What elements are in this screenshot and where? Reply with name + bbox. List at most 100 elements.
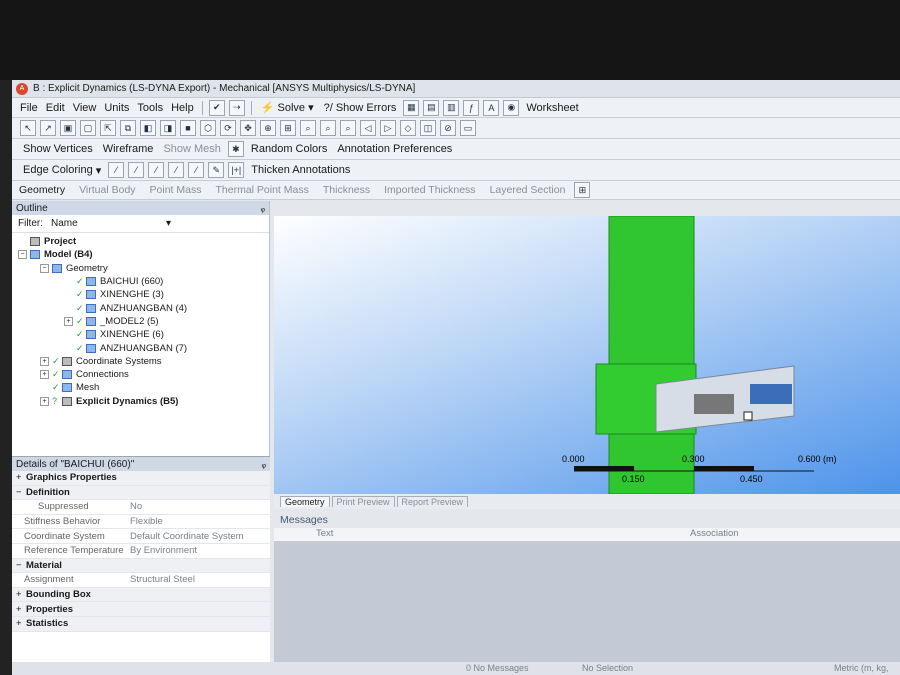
group-bounding-box[interactable]: + Bounding Box (12, 587, 270, 603)
green-body-icon[interactable]: ■ (180, 120, 196, 136)
show-errors-button[interactable]: ?/ Show Errors (319, 100, 402, 116)
group-graphics-properties[interactable]: + Graphics Properties (12, 471, 270, 486)
tab-print-preview[interactable]: Print Preview (331, 496, 395, 507)
window-icon[interactable]: ▭ (460, 120, 476, 136)
edge-style-2-icon[interactable]: ⁄ (128, 162, 145, 178)
thicken-icon[interactable]: |+| (228, 162, 245, 178)
rotate-icon[interactable]: ⟳ (220, 120, 236, 136)
edge-style-5-icon[interactable]: ⁄ (188, 162, 205, 178)
zoom-icon[interactable]: ⊕ (260, 120, 276, 136)
tree-connections[interactable]: + ✓ Connections (18, 368, 269, 381)
ctx-imported-thickness[interactable]: Imported Thickness (377, 184, 482, 196)
edge-style-1-icon[interactable]: ⁄ (108, 162, 125, 178)
status-units[interactable]: Metric (m, kg, (834, 663, 889, 673)
ctx-thermal-point-mass[interactable]: Thermal Point Mass (208, 184, 315, 196)
menu-view[interactable]: View (69, 102, 101, 114)
blue-plate-body[interactable] (750, 384, 792, 404)
table-icon[interactable]: ▦ (403, 99, 420, 116)
select-face-icon[interactable]: ▣ (60, 120, 76, 136)
extend-icon[interactable]: ⧉ (120, 120, 136, 136)
menu-units[interactable]: Units (100, 102, 133, 114)
annotation-icon[interactable]: A (483, 99, 500, 116)
select-point-icon[interactable]: ↖ (20, 120, 36, 136)
tree-explicit-dynamics[interactable]: +? Explicit Dynamics (B5) (18, 395, 269, 408)
tree-coordinate-systems[interactable]: + ✓ Coordinate Systems (18, 355, 269, 368)
tree-body[interactable]: ✓ BAICHUI (660) (18, 275, 269, 288)
edge-coloring-button[interactable]: Edge Coloring ▾ (18, 162, 106, 178)
ctx-point-mass[interactable]: Point Mass (143, 184, 209, 196)
group-definition[interactable]: − Definition (12, 485, 270, 501)
face-icon[interactable]: ◧ (140, 120, 156, 136)
tree-project[interactable]: Project (18, 235, 269, 248)
group-properties[interactable]: + Properties (12, 602, 270, 617)
graphics-viewport[interactable]: 0.000 0.150 0.300 0.450 0.600 (m) (274, 216, 900, 494)
edge-style-3-icon[interactable]: ⁄ (148, 162, 165, 178)
body-select-icon[interactable]: ◨ (160, 120, 176, 136)
pin-icon[interactable]: ✎ (208, 162, 225, 178)
box-zoom-icon[interactable]: ⊞ (280, 120, 296, 136)
wireframe-button[interactable]: Wireframe (98, 141, 159, 157)
solve-button[interactable]: ⚡ Solve ▾ (256, 100, 319, 116)
expand-icon[interactable]: + (64, 316, 73, 326)
report-icon[interactable]: ▥ (443, 99, 460, 116)
tree-part[interactable]: + ✓ _MODEL2 (5) (18, 315, 269, 328)
menu-help[interactable]: Help (167, 102, 198, 114)
dark-plate-body[interactable] (694, 394, 734, 414)
column-text[interactable]: Text (316, 528, 690, 541)
explode-icon[interactable]: ✱ (227, 141, 244, 157)
tab-geometry[interactable]: Geometry (280, 496, 330, 507)
label-icon[interactable]: ⊘ (440, 120, 456, 136)
expand-icon[interactable]: + (40, 370, 49, 380)
chart-icon[interactable]: ▤ (423, 99, 440, 116)
globe-icon[interactable]: ◉ (503, 99, 520, 116)
detail-row[interactable]: Suppressed No (12, 500, 270, 515)
menu-edit[interactable]: Edit (42, 102, 69, 114)
detail-row[interactable]: Coordinate System Default Coordinate Syst… (12, 529, 270, 544)
next-view-icon[interactable]: ▷ (380, 120, 396, 136)
column-association[interactable]: Association (690, 528, 739, 541)
display-icon[interactable]: ◫ (420, 120, 436, 136)
tree-geometry[interactable]: − Geometry (18, 262, 269, 275)
show-vertices-button[interactable]: Show Vertices (18, 141, 98, 157)
green-column-body[interactable] (608, 216, 695, 494)
zoom-in-icon[interactable]: ⌕ (320, 120, 336, 136)
check-icon[interactable]: ✔ (208, 99, 225, 116)
tree-body[interactable]: ✓ XINENGHE (3) (18, 288, 269, 301)
ctx-layered-section[interactable]: Layered Section (483, 184, 573, 196)
select-body-icon[interactable]: ▢ (80, 120, 96, 136)
detail-row[interactable]: Reference Temperature By Environment (12, 544, 270, 559)
tab-report-preview[interactable]: Report Preview (396, 496, 469, 507)
menu-file[interactable]: File (16, 102, 42, 114)
select-mode-icon[interactable]: ⇱ (100, 120, 116, 136)
expand-icon[interactable]: + (40, 356, 49, 366)
tree-body[interactable]: ✓ ANZHUANGBAN (7) (18, 341, 269, 354)
zoom-fit-icon[interactable]: ⌕ (300, 120, 316, 136)
tree-body[interactable]: ✓ ANZHUANGBAN (4) (18, 301, 269, 314)
group-statistics[interactable]: + Statistics (12, 616, 270, 632)
magnifier-icon[interactable]: ⌕ (340, 120, 356, 136)
random-colors-button[interactable]: Random Colors (246, 141, 332, 157)
ctx-thickness[interactable]: Thickness (316, 184, 377, 196)
show-mesh-button[interactable]: Show Mesh (158, 141, 225, 157)
collapse-icon[interactable]: − (40, 263, 49, 273)
thicken-annotations-button[interactable]: Thicken Annotations (246, 162, 355, 178)
group-material[interactable]: − Material (12, 558, 270, 574)
worksheet-button[interactable]: Worksheet (521, 100, 583, 116)
model-render[interactable]: 0.000 0.150 0.300 0.450 0.600 (m) (274, 216, 900, 494)
collapse-icon[interactable]: − (18, 250, 27, 260)
tree-model[interactable]: − Model (B4) (18, 248, 269, 261)
pin-panel-icon[interactable]: ᵩ (262, 459, 266, 470)
function-icon[interactable]: ƒ (463, 99, 480, 116)
ctx-virtual-body[interactable]: Virtual Body (72, 184, 142, 196)
chart-tool-icon[interactable]: ⊞ (574, 182, 591, 198)
filter-select[interactable]: Name ▾ (51, 218, 171, 229)
expand-icon[interactable]: + (40, 396, 49, 406)
menu-tools[interactable]: Tools (133, 102, 167, 114)
status-messages[interactable]: 0 No Messages (466, 663, 529, 673)
tree-mesh[interactable]: ✓ Mesh (18, 381, 269, 394)
arrow-icon[interactable]: ⇢ (228, 99, 245, 116)
annotation-preferences-button[interactable]: Annotation Preferences (332, 141, 457, 157)
detail-row[interactable]: Stiffness Behavior Flexible (12, 515, 270, 530)
ctx-geometry[interactable]: Geometry (12, 184, 72, 196)
detail-row[interactable]: Assignment Structural Steel (12, 573, 270, 588)
